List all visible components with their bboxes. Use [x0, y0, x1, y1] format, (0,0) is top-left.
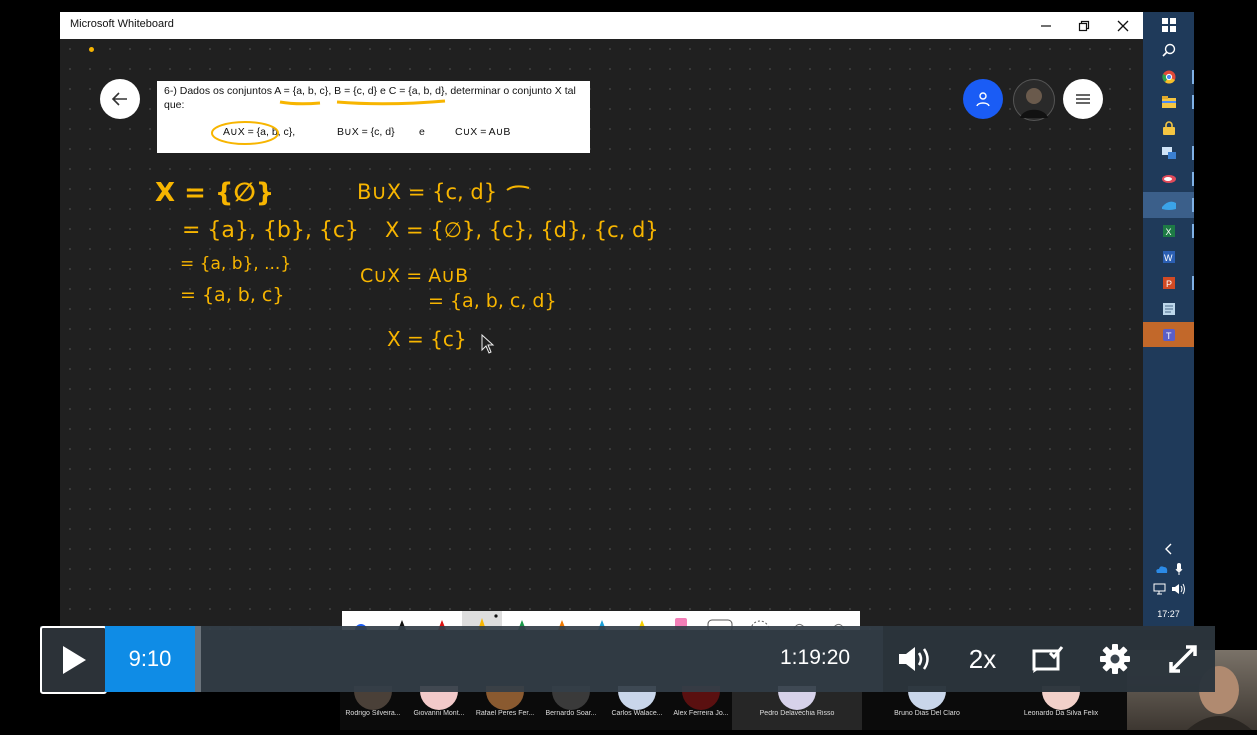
- network-icon[interactable]: [1153, 583, 1167, 595]
- participant-name: Pedro Delavechia Risso: [759, 710, 835, 717]
- folder-icon: [1161, 96, 1176, 108]
- taskbar-clock[interactable]: 17:27: [1143, 609, 1194, 619]
- excel-icon: X: [1162, 225, 1175, 237]
- gear-icon: [1099, 644, 1130, 674]
- participant-tile[interactable]: Bruno Dias Del Claro: [862, 686, 992, 730]
- restore-button[interactable]: [1065, 12, 1103, 39]
- app-title: Microsoft Whiteboard: [70, 18, 174, 30]
- playback-speed-button[interactable]: 2x: [955, 626, 1010, 692]
- search-icon: [1161, 43, 1175, 57]
- taskbar-remote-desktop[interactable]: [1143, 140, 1194, 166]
- participant-name: Giovanni Mont...: [413, 710, 465, 717]
- notepad-icon: [1162, 303, 1175, 315]
- participant-name: Rafael Peres Fer...: [475, 710, 535, 717]
- ink-left-line-2: = {a}, {b}, {c}: [182, 218, 359, 243]
- participant-name: Rodrigo Silveira...: [345, 710, 401, 717]
- teams-icon: T: [1162, 328, 1175, 341]
- participant-tile[interactable]: Alex Ferreira Jo...: [670, 686, 732, 730]
- ink-left-line-3: = {a, b}, ...}: [180, 254, 291, 274]
- remote-desktop-icon: [1161, 147, 1176, 159]
- speaker-icon[interactable]: [1171, 583, 1185, 595]
- title-bar: Microsoft Whiteboard: [60, 12, 1143, 39]
- participant-tile[interactable]: Rodrigo Silveira...: [340, 686, 406, 730]
- whiteboard-canvas[interactable]: 6-) Dados os conjuntos A = {a, b, c}, B …: [60, 39, 1143, 630]
- ink-left-line-1: X = {∅}: [155, 178, 274, 208]
- handwriting-layer: X = {∅} = {a}, {b}, {c} = {a, b}, ...} =…: [155, 178, 659, 354]
- participant-tile[interactable]: Giovanni Mont...: [406, 686, 472, 730]
- windows-logo-icon: [1161, 18, 1176, 32]
- svg-text:T: T: [1166, 331, 1172, 341]
- ink-right-line-5: X = {c}: [387, 327, 467, 351]
- ink-right-line-2: X = {∅}, {c}, {d}, {c, d}: [385, 218, 659, 242]
- whiteboard-window: Microsoft Whiteboard 6-) Dados os conjun…: [60, 12, 1143, 630]
- participant-name: Alex Ferreira Jo...: [673, 710, 729, 717]
- taskbar-whiteboard[interactable]: [1143, 192, 1194, 218]
- participant-name: Carlos Walace...: [611, 710, 663, 717]
- whiteboard-app-icon: [1161, 201, 1176, 210]
- ink-right-line-3: C∪X = A∪B: [360, 265, 468, 287]
- video-player-controls: 9:10 1:19:20 2x: [40, 626, 1215, 694]
- ink-left-line-4: = {a, b, c}: [180, 284, 284, 306]
- lock-icon: [1162, 121, 1175, 135]
- participant-tile[interactable]: Carlos Walace...: [604, 686, 670, 730]
- ink-right-line-4: = {a, b, c, d}: [428, 290, 557, 312]
- captions-check-icon: [1032, 646, 1063, 673]
- taskbar-app-snip[interactable]: [1143, 166, 1194, 192]
- settings-button[interactable]: [1087, 626, 1142, 692]
- close-icon: [1117, 20, 1129, 31]
- restore-icon: [1078, 20, 1090, 31]
- participant-name: Bruno Dias Del Claro: [894, 710, 960, 717]
- participant-tile[interactable]: Pedro Delavechia Risso: [732, 686, 862, 730]
- chevron-left-icon: [1164, 543, 1171, 555]
- minimize-icon: [1041, 24, 1051, 27]
- taskbar-word[interactable]: W: [1143, 244, 1194, 270]
- tray-row-2: [1143, 576, 1194, 602]
- taskbar-excel[interactable]: X: [1143, 218, 1194, 244]
- powerpoint-icon: P: [1162, 277, 1175, 289]
- windows-taskbar: X W P T 17:27: [1143, 12, 1194, 630]
- participant-tile[interactable]: Leonardo Da Silva Felix: [992, 686, 1130, 730]
- chapters-button[interactable]: [1020, 626, 1075, 692]
- volume-button[interactable]: [885, 626, 945, 692]
- taskbar-notepad[interactable]: [1143, 296, 1194, 322]
- taskbar-file-explorer[interactable]: [1143, 89, 1194, 115]
- taskbar-search-button[interactable]: [1143, 37, 1194, 63]
- taskbar-powerpoint[interactable]: P: [1143, 270, 1194, 296]
- close-button[interactable]: [1104, 12, 1142, 39]
- taskbar-security-app[interactable]: [1143, 115, 1194, 141]
- participant-strip: Rodrigo Silveira... Giovanni Mont... Raf…: [340, 686, 1130, 730]
- svg-text:X: X: [1165, 227, 1171, 237]
- taskbar-teams[interactable]: T: [1143, 322, 1194, 347]
- participant-name: Bernardo Soar...: [545, 710, 597, 717]
- play-icon: [62, 646, 86, 674]
- play-button[interactable]: [40, 626, 107, 694]
- current-time: 9:10: [128, 646, 172, 671]
- duration: 1:19:20: [780, 646, 851, 669]
- svg-text:W: W: [1164, 253, 1173, 263]
- participant-tile[interactable]: Rafael Peres Fer...: [472, 686, 538, 730]
- snip-tool-icon: [1161, 175, 1176, 183]
- fullscreen-icon: [1168, 645, 1197, 673]
- mouse-pointer-icon: [481, 333, 495, 354]
- minimize-button[interactable]: [1027, 12, 1065, 39]
- fullscreen-button[interactable]: [1155, 626, 1210, 692]
- participant-name: Leonardo Da Silva Felix: [1023, 710, 1099, 717]
- word-icon: W: [1162, 251, 1175, 263]
- microphone-icon[interactable]: [1175, 563, 1183, 575]
- scrub-handle[interactable]: [195, 626, 201, 692]
- onedrive-icon[interactable]: [1155, 564, 1169, 574]
- volume-icon: [899, 647, 929, 671]
- ink-right-line-1: B∪X = {c, d}: [357, 180, 497, 204]
- chrome-icon: [1161, 70, 1175, 84]
- svg-text:P: P: [1166, 279, 1172, 289]
- start-button[interactable]: [1143, 12, 1194, 38]
- taskbar-chrome[interactable]: [1143, 64, 1194, 90]
- participant-tile[interactable]: Bernardo Soar...: [538, 686, 604, 730]
